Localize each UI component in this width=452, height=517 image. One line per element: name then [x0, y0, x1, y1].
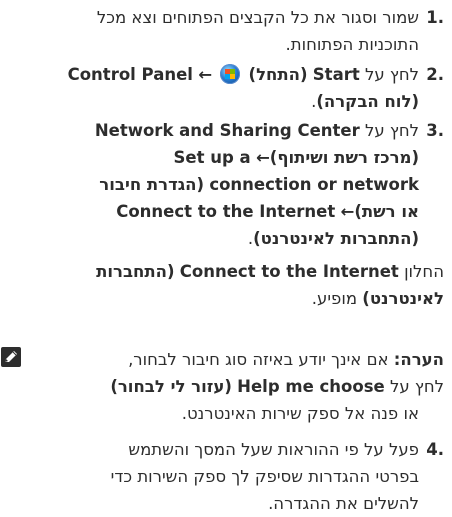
- arrow-1: ←: [198, 65, 213, 84]
- pencil-note-icon: [1, 347, 21, 367]
- note-label: הערה:: [393, 350, 444, 369]
- step-3-prefix: לחץ על: [364, 121, 419, 140]
- step-4-line-2: בפרטי ההגדרות שסיפק לך ספק השירות כדי: [110, 467, 419, 486]
- network-sharing-center-en: Network and Sharing Center: [94, 121, 360, 140]
- step-1-text: שמור וסגור את כל הקבצים הפתוחים וצא מכל …: [97, 4, 419, 58]
- window-prefix: החלון: [404, 262, 444, 281]
- windows-start-icon: [220, 64, 241, 84]
- note-line-1: אם אינך יודע באיזה סוג חיבור לבחור,: [128, 350, 389, 369]
- connect-internet-he: (התחברות לאינטרנט): [253, 229, 419, 248]
- step-2-text: לחץ על Start (התחל) ← Control Panel (לוח…: [68, 61, 419, 115]
- step-1-line-2: התוכניות הפתוחות.: [285, 35, 419, 54]
- step-1-line-1: שמור וסגור את כל הקבצים הפתוחים וצא מכל: [96, 8, 419, 27]
- control-panel-label-he: (לוח הבקרה): [316, 92, 419, 111]
- window-connect-internet-en: Connect to the Internet: [179, 262, 399, 281]
- network-sharing-center-he: (מרכז רשת ושיתוף): [269, 148, 419, 167]
- help-me-choose-he: (עזור לי לבחור): [110, 377, 232, 396]
- arrow-2: ←: [255, 148, 270, 167]
- note-line-3: או פנה אל ספק שירות האינטרנט.: [181, 404, 419, 423]
- step-3-text: לחץ על Network and Sharing Center (מרכז …: [95, 117, 419, 252]
- step-number-1: 1.: [426, 8, 444, 27]
- window-connect-internet-he-part-2: לאינטרנט): [362, 289, 444, 308]
- note-line-2-prefix: לחץ על: [389, 377, 444, 396]
- step-4-line-1: פעל על פי ההוראות שעל המסך והשתמש: [128, 440, 419, 459]
- setup-connection-en-part-1: Set up a: [173, 148, 251, 167]
- setup-connection-he-part-2: או רשת): [354, 202, 419, 221]
- document-page: 1. שמור וסגור את כל הקבצים הפתוחים וצא מ…: [0, 0, 452, 513]
- step-number-4: 4.: [426, 440, 444, 459]
- help-me-choose-en: Help me choose: [237, 377, 385, 396]
- control-panel-label-en: Control Panel: [67, 65, 193, 84]
- step-number-3: 3.: [426, 121, 444, 140]
- window-connect-internet-he-part-1: (התחברות: [96, 262, 175, 281]
- note-text-cont: או פנה אל ספק שירות האינטרנט.: [182, 400, 419, 427]
- arrow-3: ←: [340, 202, 355, 221]
- start-label-he: (התחל): [248, 65, 308, 84]
- window-suffix: מופיע.: [311, 289, 358, 308]
- step-4-text: פעל על פי ההוראות שעל המסך והשתמש בפרטי …: [111, 436, 419, 517]
- note-text: הערה: אם אינך יודע באיזה סוג חיבור לבחור…: [110, 346, 444, 400]
- setup-connection-he-part-1: (הגדרת חיבור: [99, 175, 205, 194]
- setup-connection-en-part-2: connection or network: [209, 175, 419, 194]
- connect-internet-en: Connect to the Internet: [116, 202, 336, 221]
- start-label-en: Start: [312, 65, 360, 84]
- step-2-prefix: לחץ על: [364, 65, 419, 84]
- window-appears-text: החלון Connect to the Internet (התחברות ל…: [96, 258, 444, 312]
- step-number-2: 2.: [426, 65, 444, 84]
